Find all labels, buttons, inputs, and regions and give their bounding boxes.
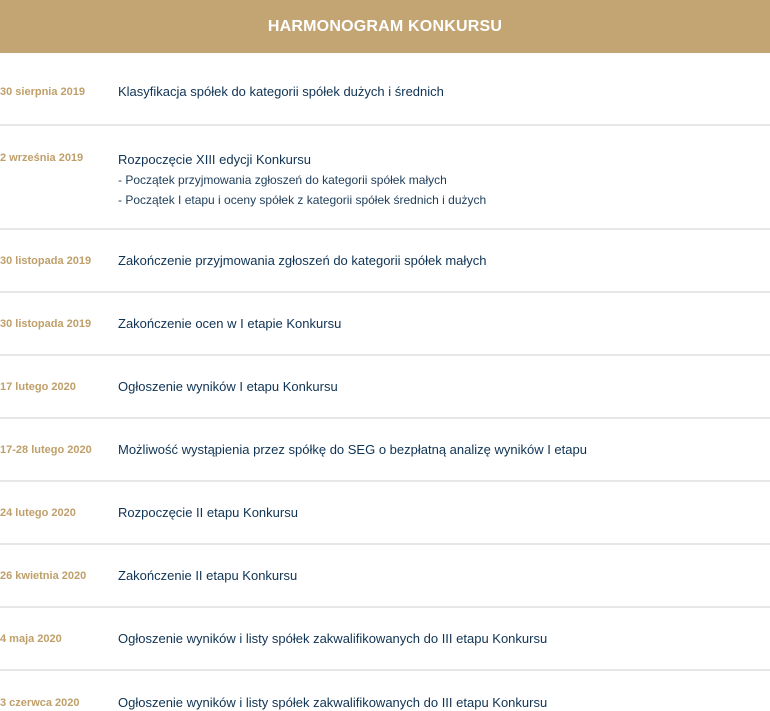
- schedule-event: Możliwość wystąpienia przez spółkę do SE…: [118, 441, 587, 457]
- schedule-content: Zakończenie II etapu Konkursu: [118, 566, 770, 586]
- schedule-row: 17 lutego 2020 Ogłoszenie wyników I etap…: [0, 356, 770, 419]
- schedule-row: 2 września 2019 Rozpoczęcie XIII edycji …: [0, 126, 770, 230]
- schedule-content: Możliwość wystąpienia przez spółkę do SE…: [118, 440, 770, 460]
- schedule-event: Zakończenie II etapu Konkursu: [118, 567, 298, 583]
- schedule-row: 3 czerwca 2020 Ogłoszenie wyników i list…: [0, 671, 770, 711]
- schedule-event: Zakończenie przyjmowania zgłoszeń do kat…: [118, 252, 487, 268]
- schedule-date: 2 września 2019: [0, 152, 84, 164]
- schedule-event: Zakończenie ocen w I etapie Konkursu: [118, 315, 342, 331]
- schedule-date: 3 czerwca 2020: [0, 696, 80, 709]
- schedule-content: Klasyfikacja spółek do kategorii spółek …: [118, 82, 770, 102]
- schedule-page: HARMONOGRAM KONKURSU 30 sierpnia 2019 Kl…: [0, 0, 770, 711]
- schedule-date: 26 kwietnia 2020: [0, 569, 87, 582]
- schedule-header: HARMONOGRAM KONKURSU: [0, 0, 770, 53]
- schedule-content: Rozpoczęcie II etapu Konkursu: [118, 503, 770, 523]
- schedule-event: Ogłoszenie wyników i listy spółek zakwal…: [118, 694, 548, 710]
- schedule-event: Rozpoczęcie XIII edycji Konkursu: [118, 152, 311, 167]
- schedule-row: 30 sierpnia 2019 Klasyfikacja spółek do …: [0, 53, 770, 126]
- schedule-date: 30 listopada 2019: [0, 317, 92, 330]
- schedule-date: 17-28 lutego 2020: [0, 443, 92, 456]
- schedule-title: HARMONOGRAM KONKURSU: [267, 17, 503, 35]
- schedule-content: Ogłoszenie wyników i listy spółek zakwal…: [118, 629, 770, 649]
- schedule-list: 30 sierpnia 2019 Klasyfikacja spółek do …: [0, 53, 770, 711]
- schedule-detail: - Początek I etapu i oceny spółek z kate…: [118, 193, 487, 207]
- schedule-date: 30 sierpnia 2019: [0, 85, 86, 98]
- schedule-content: Rozpoczęcie XIII edycji Konkursu - Począ…: [118, 150, 770, 210]
- schedule-row: 17-28 lutego 2020 Możliwość wystąpienia …: [0, 419, 770, 482]
- schedule-row: 4 maja 2020 Ogłoszenie wyników i listy s…: [0, 608, 770, 671]
- schedule-date: 4 maja 2020: [0, 632, 62, 645]
- schedule-content: Zakończenie ocen w I etapie Konkursu: [118, 314, 770, 334]
- schedule-detail: - Początek przyjmowania zgłoszeń do kate…: [118, 173, 447, 187]
- schedule-content: Ogłoszenie wyników I etapu Konkursu: [118, 377, 770, 397]
- schedule-event: Ogłoszenie wyników I etapu Konkursu: [118, 378, 338, 394]
- schedule-row: 30 listopada 2019 Zakończenie ocen w I e…: [0, 293, 770, 356]
- schedule-event: Klasyfikacja spółek do kategorii spółek …: [118, 83, 444, 99]
- schedule-date: 30 listopada 2019: [0, 254, 92, 267]
- schedule-row: 26 kwietnia 2020 Zakończenie II etapu Ko…: [0, 545, 770, 608]
- schedule-row: 30 listopada 2019 Zakończenie przyjmowan…: [0, 230, 770, 293]
- schedule-event: Rozpoczęcie II etapu Konkursu: [118, 504, 298, 520]
- schedule-content: Ogłoszenie wyników i listy spółek zakwal…: [118, 693, 770, 711]
- schedule-row: 24 lutego 2020 Rozpoczęcie II etapu Konk…: [0, 482, 770, 545]
- schedule-date: 17 lutego 2020: [0, 380, 76, 393]
- schedule-date: 24 lutego 2020: [0, 506, 76, 519]
- schedule-event: Ogłoszenie wyników i listy spółek zakwal…: [118, 630, 548, 646]
- schedule-content: Zakończenie przyjmowania zgłoszeń do kat…: [118, 251, 770, 271]
